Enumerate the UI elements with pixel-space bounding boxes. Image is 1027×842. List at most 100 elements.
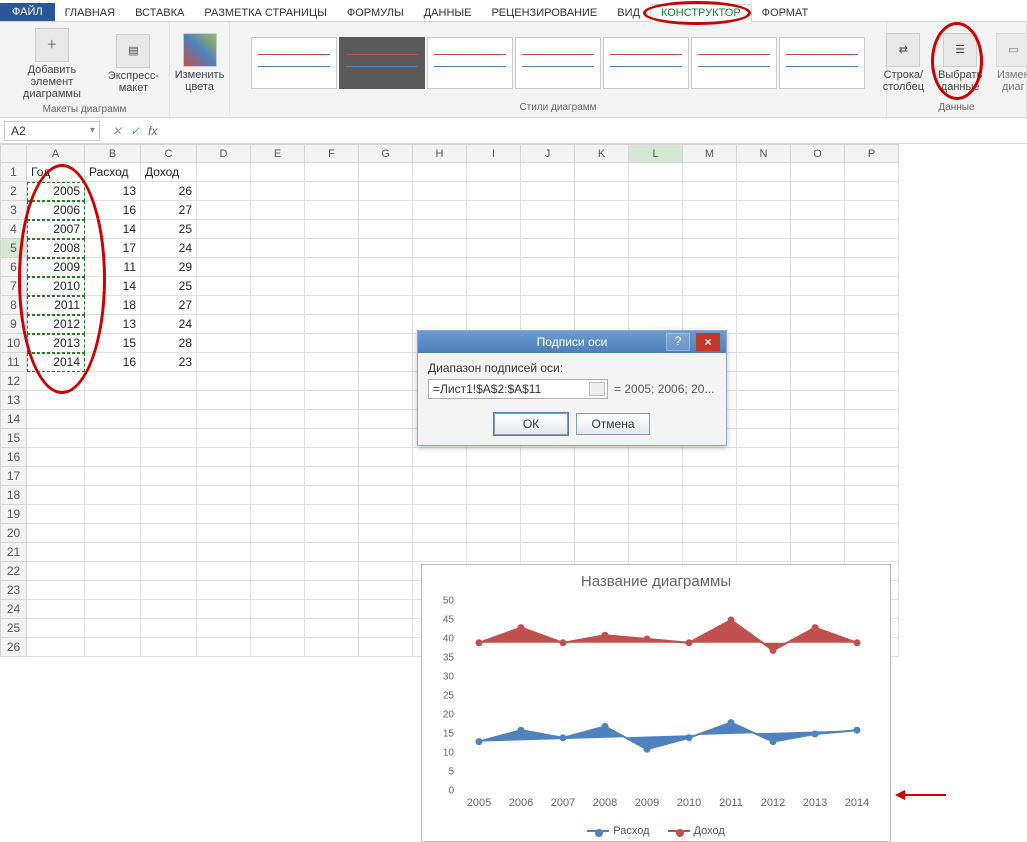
cell[interactable] — [521, 543, 575, 562]
cell[interactable]: 27 — [141, 201, 197, 220]
cell[interactable] — [305, 315, 359, 334]
cell[interactable] — [251, 448, 305, 467]
cell[interactable] — [305, 486, 359, 505]
cell[interactable] — [251, 296, 305, 315]
cell[interactable] — [467, 258, 521, 277]
cell[interactable] — [791, 277, 845, 296]
cell[interactable] — [845, 334, 899, 353]
fx-enter-icon[interactable]: ✓ — [130, 124, 140, 138]
cell[interactable] — [359, 410, 413, 429]
cell[interactable] — [413, 505, 467, 524]
cell[interactable] — [359, 600, 413, 619]
cell[interactable] — [141, 410, 197, 429]
chart-styles-gallery[interactable] — [251, 37, 865, 89]
cell[interactable] — [251, 372, 305, 391]
col-header-C[interactable]: C — [141, 145, 197, 163]
cell[interactable]: 13 — [85, 182, 141, 201]
select-all-corner[interactable] — [1, 145, 27, 163]
cell[interactable] — [359, 467, 413, 486]
cell[interactable] — [467, 467, 521, 486]
cell[interactable] — [575, 239, 629, 258]
cell[interactable] — [85, 543, 141, 562]
row-header[interactable]: 19 — [1, 505, 27, 524]
cell[interactable] — [85, 638, 141, 657]
tab-format[interactable]: ФОРМАТ — [752, 5, 819, 21]
cell[interactable] — [197, 505, 251, 524]
row-header[interactable]: 12 — [1, 372, 27, 391]
cell[interactable] — [27, 505, 85, 524]
cell[interactable] — [251, 467, 305, 486]
cell[interactable] — [413, 277, 467, 296]
col-header-L[interactable]: L — [629, 145, 683, 163]
cell[interactable] — [359, 296, 413, 315]
row-header[interactable]: 1 — [1, 163, 27, 182]
chart-style-2[interactable] — [339, 37, 425, 89]
chart-title[interactable]: Название диаграммы — [422, 565, 890, 594]
cell[interactable] — [575, 296, 629, 315]
cell[interactable] — [305, 296, 359, 315]
cell[interactable] — [305, 239, 359, 258]
col-header-F[interactable]: F — [305, 145, 359, 163]
cell[interactable] — [27, 448, 85, 467]
dialog-cancel-button[interactable]: Отмена — [576, 413, 650, 435]
cell[interactable] — [251, 391, 305, 410]
cell[interactable] — [197, 410, 251, 429]
cell[interactable] — [575, 505, 629, 524]
cell[interactable] — [413, 448, 467, 467]
col-header-P[interactable]: P — [845, 145, 899, 163]
cell[interactable] — [305, 372, 359, 391]
cell[interactable] — [845, 258, 899, 277]
cell[interactable] — [791, 429, 845, 448]
cell[interactable] — [737, 258, 791, 277]
cell[interactable]: 16 — [85, 353, 141, 372]
tab-design[interactable]: КОНСТРУКТОР — [650, 4, 752, 22]
chart-style-5[interactable] — [603, 37, 689, 89]
cell[interactable] — [845, 220, 899, 239]
cell[interactable] — [305, 201, 359, 220]
cell[interactable] — [845, 391, 899, 410]
add-chart-element-button[interactable]: ＋ Добавить элемент диаграммы — [6, 26, 98, 102]
row-header[interactable]: 7 — [1, 277, 27, 296]
cell[interactable]: 2014 — [27, 353, 85, 372]
row-header[interactable]: 5 — [1, 239, 27, 258]
cell[interactable] — [575, 486, 629, 505]
cell[interactable] — [683, 524, 737, 543]
cell[interactable] — [85, 410, 141, 429]
cell[interactable] — [85, 581, 141, 600]
cell[interactable]: 24 — [141, 315, 197, 334]
cell[interactable] — [791, 410, 845, 429]
cell[interactable] — [629, 296, 683, 315]
cell[interactable] — [521, 239, 575, 258]
cell[interactable]: 16 — [85, 201, 141, 220]
cell[interactable] — [791, 334, 845, 353]
cell[interactable] — [359, 581, 413, 600]
cell[interactable] — [141, 543, 197, 562]
row-header[interactable]: 6 — [1, 258, 27, 277]
row-header[interactable]: 2 — [1, 182, 27, 201]
collapse-dialog-icon[interactable] — [589, 382, 605, 396]
cell[interactable] — [629, 448, 683, 467]
cell[interactable] — [359, 258, 413, 277]
cell[interactable] — [27, 372, 85, 391]
cell[interactable] — [521, 182, 575, 201]
cell[interactable] — [197, 429, 251, 448]
cell[interactable]: 2010 — [27, 277, 85, 296]
cell[interactable] — [575, 220, 629, 239]
cell[interactable] — [845, 277, 899, 296]
cell[interactable] — [197, 581, 251, 600]
cell[interactable] — [845, 353, 899, 372]
cell[interactable] — [251, 163, 305, 182]
cell[interactable] — [305, 562, 359, 581]
cell[interactable] — [629, 467, 683, 486]
cell[interactable]: 13 — [85, 315, 141, 334]
cell[interactable]: 25 — [141, 277, 197, 296]
row-header[interactable]: 21 — [1, 543, 27, 562]
cell[interactable] — [197, 486, 251, 505]
cell[interactable] — [791, 391, 845, 410]
cell[interactable] — [141, 638, 197, 657]
cell[interactable] — [197, 638, 251, 657]
tab-review[interactable]: РЕЦЕНЗИРОВАНИЕ — [481, 5, 607, 21]
cell[interactable] — [85, 524, 141, 543]
cell[interactable] — [521, 486, 575, 505]
cell[interactable] — [251, 258, 305, 277]
